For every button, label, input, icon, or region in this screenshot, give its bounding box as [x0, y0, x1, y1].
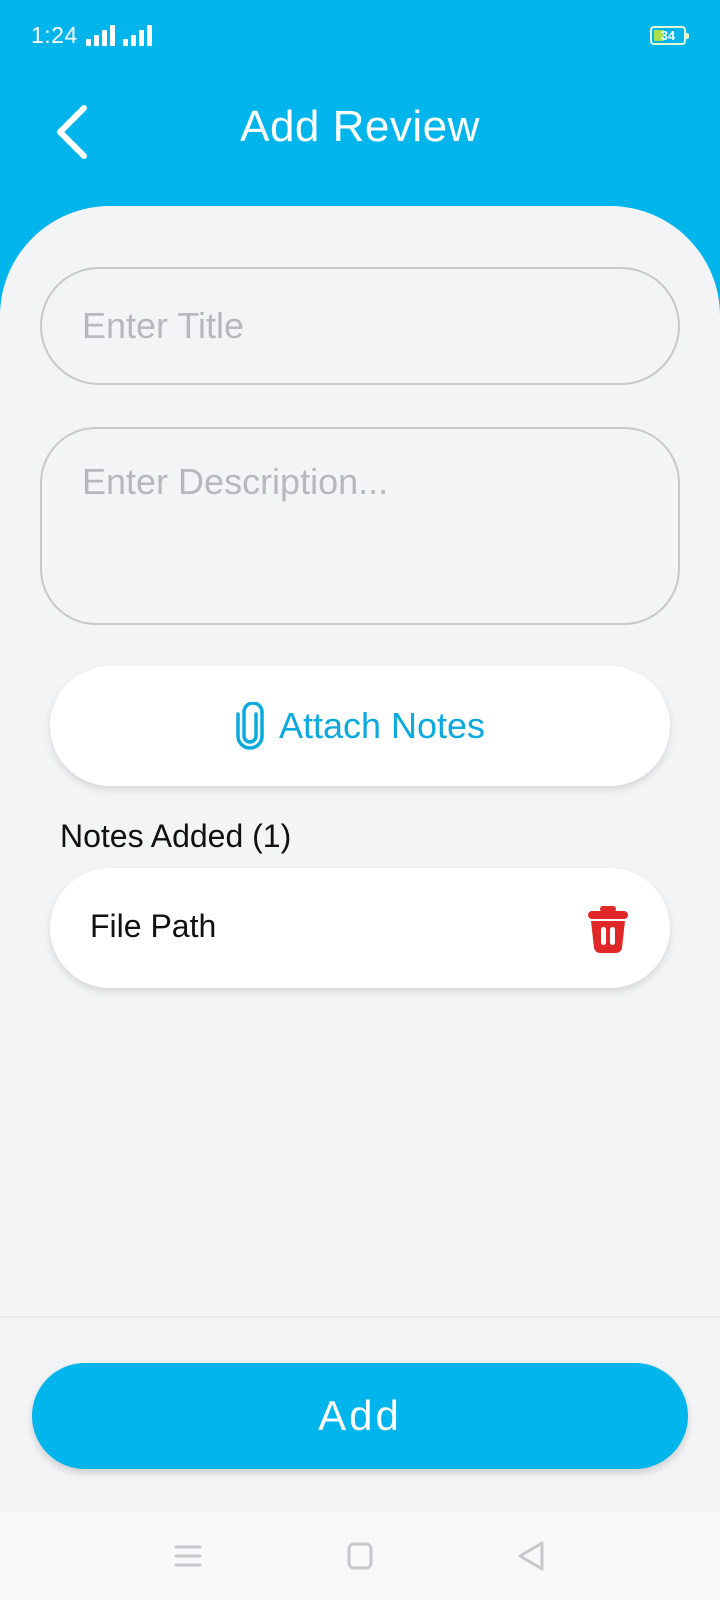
paperclip-icon	[236, 702, 264, 750]
title-input[interactable]	[40, 267, 680, 385]
bottom-action-bar: Add	[0, 1316, 720, 1512]
signal-icon	[86, 24, 116, 46]
status-time: 1:24	[31, 22, 78, 48]
battery-icon: 34	[650, 26, 689, 45]
status-bar: 1:24 34	[0, 0, 720, 72]
page-title: Add Review	[240, 102, 480, 151]
signal-icon	[123, 24, 153, 46]
list-item: File Path	[50, 868, 670, 988]
menu-icon[interactable]	[168, 1538, 208, 1574]
attach-notes-label: Attach Notes	[278, 705, 486, 746]
system-nav-bar	[0, 1512, 720, 1600]
delete-note-button[interactable]	[586, 904, 630, 954]
add-button[interactable]: Add	[32, 1363, 688, 1469]
back-triangle-icon[interactable]	[512, 1538, 552, 1574]
attach-notes-button[interactable]: Attach Notes	[50, 666, 670, 786]
note-label: File Path	[90, 908, 217, 944]
description-input[interactable]	[40, 427, 680, 625]
battery-level: 34	[660, 28, 676, 43]
home-square-icon[interactable]	[340, 1538, 380, 1574]
trash-icon	[588, 906, 628, 954]
notes-added-heading: Notes Added (1)	[60, 818, 292, 854]
